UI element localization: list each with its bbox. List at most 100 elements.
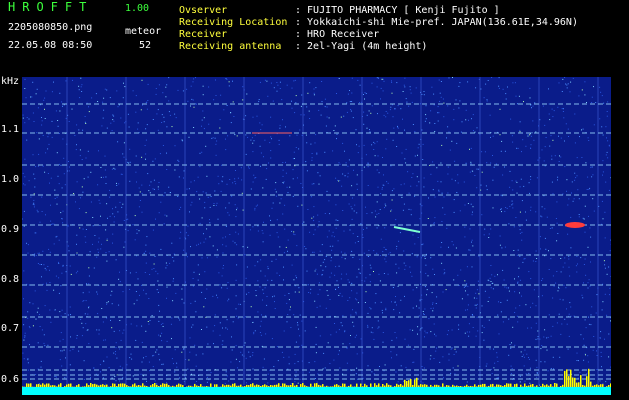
noise-dot: [476, 168, 478, 170]
noise-dot: [429, 122, 431, 124]
noise-dot: [556, 322, 558, 324]
noise-dot: [385, 307, 387, 309]
noise-dot: [109, 215, 111, 217]
noise-dot: [39, 326, 41, 327]
noise-dot: [567, 348, 569, 350]
noise-dot: [338, 180, 340, 182]
noise-dot: [422, 143, 424, 145]
noise-dot: [419, 218, 421, 220]
noise-dot: [403, 262, 405, 264]
noise-dot: [339, 180, 341, 182]
noise-dot: [373, 141, 375, 143]
noise-dot: [326, 290, 328, 292]
noise-dot: [97, 248, 99, 250]
noise-dot: [159, 153, 161, 155]
noise-dot: [122, 97, 124, 99]
noise-dot: [306, 170, 308, 172]
noise-dot: [295, 275, 297, 277]
noise-dot: [145, 102, 147, 103]
noise-dot: [512, 189, 514, 191]
noise-dot: [260, 129, 262, 131]
noise-dot: [397, 125, 398, 127]
noise-dot: [207, 343, 209, 345]
meteor-count: 52: [139, 40, 152, 51]
noise-dot: [219, 334, 221, 336]
noise-dot: [291, 378, 293, 380]
noise-dot: [530, 135, 532, 137]
noise-dot: [384, 207, 385, 209]
noise-dot: [369, 131, 371, 133]
noise-dot: [171, 317, 173, 319]
level-peak: [380, 386, 382, 387]
noise-dot: [252, 116, 254, 118]
noise-dot: [609, 287, 611, 289]
noise-dot: [250, 139, 252, 141]
noise-dot: [85, 323, 87, 325]
noise-dot: [105, 252, 107, 254]
noise-dot: [127, 113, 129, 115]
noise-dot: [391, 357, 392, 359]
noise-dot: [113, 221, 115, 223]
noise-dot: [160, 201, 162, 203]
noise-dot: [140, 109, 142, 111]
noise-dot: [85, 123, 87, 124]
noise-dot: [512, 141, 514, 143]
noise-dot: [586, 189, 588, 190]
noise-dot: [587, 282, 589, 284]
noise-dot: [111, 168, 113, 170]
noise-dot: [112, 233, 114, 235]
noise-dot: [335, 177, 337, 179]
noise-dot: [588, 188, 590, 190]
noise-dot: [244, 342, 246, 344]
noise-dot: [436, 347, 437, 349]
noise-dot: [76, 124, 78, 126]
noise-dot: [529, 97, 531, 99]
noise-dot: [288, 293, 290, 294]
noise-dot: [153, 188, 155, 190]
noise-dot: [500, 150, 502, 152]
noise-dot: [116, 90, 118, 92]
noise-dot: [452, 244, 454, 246]
noise-dot: [374, 210, 376, 212]
noise-dot: [50, 321, 52, 323]
noise-dot: [266, 168, 268, 170]
noise-dot: [371, 144, 373, 146]
noise-dot: [253, 331, 255, 333]
noise-dot: [333, 236, 335, 238]
noise-dot: [570, 81, 572, 83]
noise-dot: [338, 329, 340, 331]
noise-dot: [351, 290, 353, 292]
noise-dot: [32, 81, 34, 83]
noise-dot: [382, 312, 383, 314]
noise-dot: [566, 323, 568, 325]
noise-dot: [516, 147, 518, 149]
noise-dot: [423, 94, 425, 96]
noise-dot: [99, 202, 101, 204]
level-peak: [528, 385, 530, 387]
noise-dot: [141, 192, 143, 194]
noise-dot: [270, 219, 271, 221]
noise-dot: [371, 371, 373, 373]
noise-dot: [399, 312, 401, 314]
noise-dot: [51, 120, 53, 122]
level-peak: [562, 384, 564, 387]
noise-dot: [122, 367, 124, 369]
noise-dot: [605, 126, 607, 128]
noise-dot: [578, 95, 580, 97]
noise-dot: [87, 176, 89, 178]
noise-dot: [81, 159, 83, 160]
noise-dot: [216, 249, 218, 251]
noise-dot: [24, 158, 26, 160]
level-peak: [182, 385, 184, 387]
level-peak: [458, 386, 460, 387]
noise-dot: [539, 338, 541, 340]
noise-dot: [139, 200, 141, 201]
noise-dot: [470, 147, 472, 149]
noise-dot: [108, 367, 110, 369]
level-peak: [442, 383, 444, 387]
noise-dot: [571, 192, 572, 194]
noise-dot: [295, 371, 297, 373]
noise-dot: [235, 216, 237, 218]
noise-dot: [144, 272, 146, 273]
noise-dot: [62, 210, 64, 212]
